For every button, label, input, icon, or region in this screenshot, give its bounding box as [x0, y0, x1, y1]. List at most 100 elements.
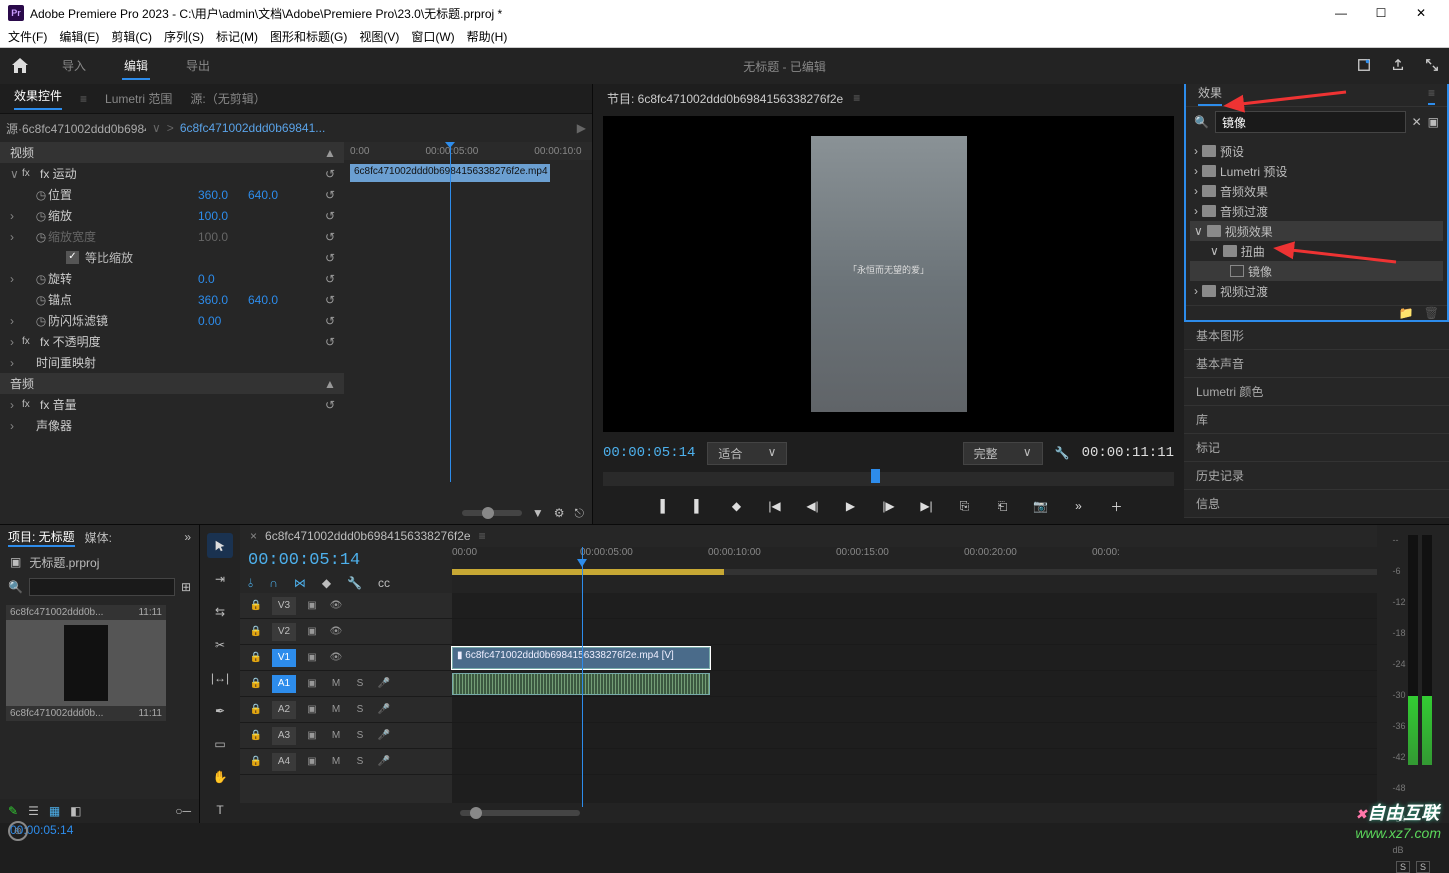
tree-lumetri-presets[interactable]: ›Lumetri 预设 [1190, 161, 1443, 181]
magnet-icon[interactable]: ∩ [269, 576, 278, 591]
cc-icon[interactable]: cc [378, 576, 390, 591]
project-search-input[interactable] [29, 578, 175, 596]
tree-video-transitions[interactable]: ›视频过渡 [1190, 281, 1443, 301]
ec-clip-label[interactable]: 6c8fc471002ddd0b69841... [180, 121, 571, 135]
sequence-name[interactable]: 6c8fc471002ddd0b6984156338276f2e [265, 529, 471, 543]
work-area-bar[interactable] [452, 569, 724, 575]
wrench-tl-icon[interactable]: 🔧 [347, 576, 362, 591]
slip-tool[interactable]: |↔| [207, 665, 233, 690]
new-bin-icon[interactable]: ▣ [1428, 115, 1439, 129]
lane-a4[interactable] [452, 749, 1377, 775]
lane-a3[interactable] [452, 723, 1377, 749]
project-bin[interactable]: 6c8fc471002ddd0b...11:11 6c8fc471002ddd0… [0, 599, 199, 799]
panel-info[interactable]: 信息 [1184, 490, 1449, 518]
wrench-icon[interactable]: 🔧 [1055, 446, 1070, 460]
ec-mini-timeline[interactable]: 0:00 00:00:05:00 00:00:10:0 6c8fc471002d… [344, 142, 592, 502]
program-tc-left[interactable]: 00:00:05:14 [603, 445, 695, 461]
lane-v2[interactable] [452, 619, 1377, 645]
home-icon[interactable] [10, 56, 30, 76]
maximize-button[interactable]: ☐ [1361, 0, 1401, 26]
goto-in-icon[interactable]: |◀ [766, 497, 784, 515]
tab-import[interactable]: 导入 [60, 53, 88, 80]
pen-icon[interactable]: ✎ [8, 804, 18, 818]
program-viewport[interactable]: 「永恒而无望的爱」 [603, 116, 1174, 432]
timeline-ruler[interactable]: 00:00 00:00:05:00 00:00:10:00 00:00:15:0… [452, 547, 1377, 593]
tree-distort[interactable]: ∨扭曲 [1190, 241, 1443, 261]
video-clip[interactable]: ▮ 6c8fc471002ddd0b6984156338276f2e.mp4 [… [452, 647, 710, 669]
track-a1-header[interactable]: 🔒A1▣MS🎤 [240, 671, 452, 697]
toggle-icon[interactable]: ▲ [322, 146, 338, 160]
razor-tool[interactable]: ✂ [207, 632, 233, 657]
trash-icon[interactable]: 🗑 [1424, 306, 1439, 320]
lane-v1[interactable]: ▮ 6c8fc471002ddd0b6984156338276f2e.mp4 [… [452, 645, 1377, 671]
more-icon[interactable]: » [1070, 497, 1088, 515]
goto-out-icon[interactable]: ▶| [918, 497, 936, 515]
step-fwd-icon[interactable]: |▶ [880, 497, 898, 515]
resolution-select[interactable]: 完整∨ [963, 442, 1043, 465]
zoom-slider-icon[interactable]: ○─ [175, 804, 191, 818]
menu-file[interactable]: 文件(F) [8, 28, 47, 45]
effects-title[interactable]: 效果 [1198, 84, 1222, 106]
panel-lumetri-color[interactable]: Lumetri 颜色 [1184, 378, 1449, 406]
position-y[interactable]: 640.0 [248, 188, 298, 202]
lift-icon[interactable]: ⎘ [956, 497, 974, 515]
solo-left-button[interactable]: S [1396, 861, 1410, 873]
panel-markers[interactable]: 标记 [1184, 434, 1449, 462]
quick-export-icon[interactable] [1357, 58, 1371, 75]
hand-tool[interactable]: ✋ [207, 765, 233, 790]
play-icon[interactable]: ▶ [842, 497, 860, 515]
zoom-fit-select[interactable]: 适合∨ [707, 442, 787, 465]
position-x[interactable]: 360.0 [198, 188, 248, 202]
mark-out-icon[interactable]: ▌ [690, 497, 708, 515]
lane-v3[interactable] [452, 593, 1377, 619]
tab-source-noclip[interactable]: 源:（无剪辑） [190, 90, 265, 107]
mark-in-icon[interactable]: ▐ [652, 497, 670, 515]
tl-zoom-slider[interactable] [460, 810, 580, 816]
tab-lumetri-scopes[interactable]: Lumetri 范围 [105, 90, 172, 107]
timeline-timecode[interactable]: 00:00:05:14 [248, 551, 444, 570]
stopwatch-icon[interactable]: ◷ [34, 188, 48, 202]
clear-search-icon[interactable]: ✕ [1412, 115, 1422, 129]
step-back-icon[interactable]: ◀| [804, 497, 822, 515]
menu-clip[interactable]: 剪辑(C) [111, 28, 152, 45]
settings-icon[interactable]: ⚙ [554, 506, 565, 520]
motion-group[interactable]: fx 运动 [40, 165, 190, 182]
type-tool[interactable]: T [207, 798, 233, 823]
rotation-value[interactable]: 0.0 [198, 272, 248, 286]
reset-icon[interactable]: ↺ [322, 167, 338, 181]
panner-group[interactable]: 声像器 [36, 417, 186, 434]
new-folder-icon[interactable]: 📁 [1399, 306, 1414, 320]
minimize-button[interactable]: — [1321, 0, 1361, 26]
track-v1-header[interactable]: 🔒V1▣👁 [240, 645, 452, 671]
menu-window[interactable]: 窗口(W) [411, 28, 454, 45]
panel-libraries[interactable]: 库 [1184, 406, 1449, 434]
audio-clip[interactable] [452, 673, 710, 695]
track-v2-header[interactable]: 🔒V2▣👁 [240, 619, 452, 645]
ripple-edit-tool[interactable]: ⇆ [207, 599, 233, 624]
share-icon[interactable] [1391, 58, 1405, 75]
volume-group[interactable]: fx 音量 [40, 396, 190, 413]
panel-essential-sound[interactable]: 基本声音 [1184, 350, 1449, 378]
filter-icon[interactable]: ▼ [532, 506, 544, 520]
linked-selection-icon[interactable]: ⋈ [294, 576, 306, 591]
program-scrubber[interactable] [603, 472, 1174, 486]
panel-history[interactable]: 历史记录 [1184, 462, 1449, 490]
panel-essential-graphics[interactable]: 基本图形 [1184, 322, 1449, 350]
effect-mirror[interactable]: 镜像 [1190, 261, 1443, 281]
track-a4-header[interactable]: 🔒A4▣MS🎤 [240, 749, 452, 775]
close-button[interactable]: ✕ [1401, 0, 1441, 26]
extract-icon[interactable]: ⎗ [994, 497, 1012, 515]
menu-graphics[interactable]: 图形和标题(G) [270, 28, 347, 45]
tab-edit[interactable]: 编辑 [122, 53, 150, 80]
menu-help[interactable]: 帮助(H) [467, 28, 508, 45]
bin-clip-item[interactable]: 6c8fc471002ddd0b...11:11 6c8fc471002ddd0… [6, 605, 166, 721]
filter-bin-icon[interactable]: ⊞ [181, 580, 191, 594]
ec-playhead[interactable] [450, 142, 451, 482]
track-v3-header[interactable]: 🔒V3▣👁 [240, 593, 452, 619]
track-a3-header[interactable]: 🔒A3▣MS🎤 [240, 723, 452, 749]
freeform-view-icon[interactable]: ◧ [70, 804, 81, 818]
effects-search-input[interactable] [1215, 111, 1406, 133]
fullscreen-icon[interactable] [1425, 58, 1439, 75]
timeline-playhead[interactable] [582, 547, 583, 807]
icon-view-icon[interactable]: ▦ [49, 804, 60, 818]
